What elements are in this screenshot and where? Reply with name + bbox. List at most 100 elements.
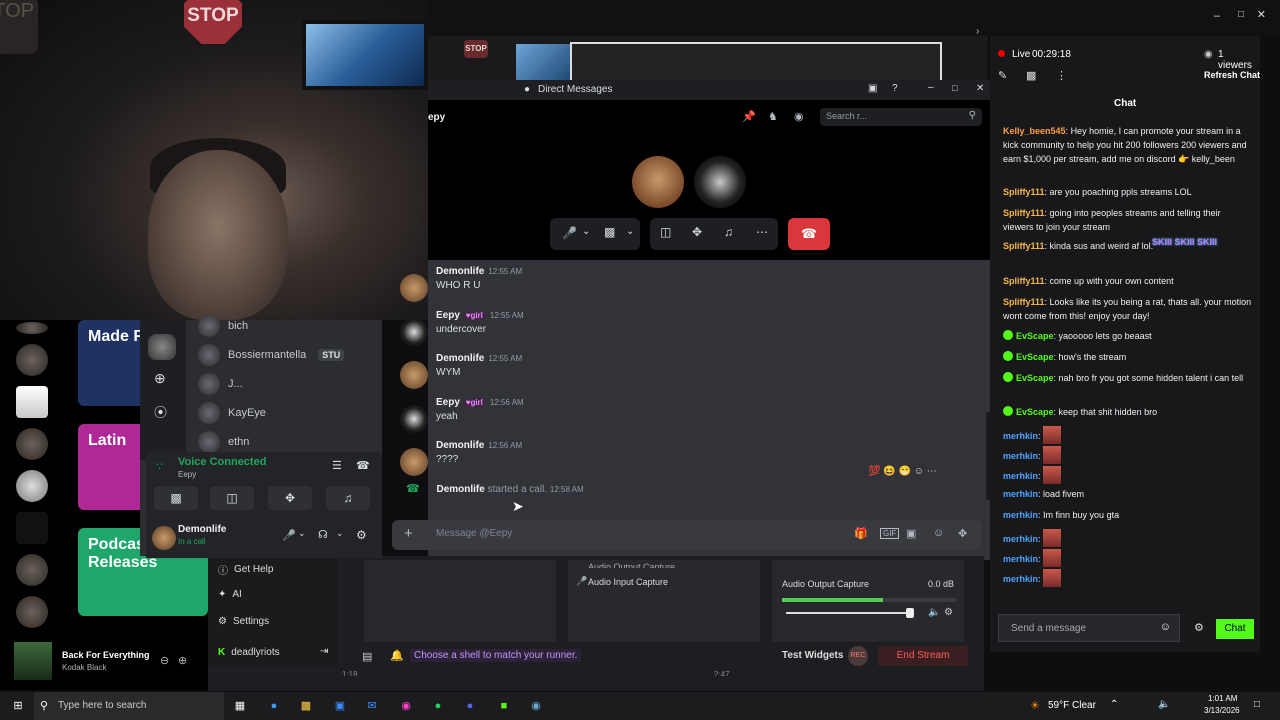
user-name[interactable]: Demonlife — [178, 524, 226, 535]
screen-share-icon[interactable]: ◫ — [660, 225, 671, 239]
message-author[interactable]: Eepy — [436, 397, 460, 408]
share-icon[interactable]: ⋮ — [1056, 69, 1067, 82]
store-icon[interactable]: ▣ — [330, 696, 350, 716]
screen-share-button[interactable]: ◫ — [210, 486, 254, 510]
discord-taskbar-icon[interactable]: ● — [460, 696, 480, 716]
clock-date[interactable]: 3/13/2026 — [1204, 706, 1240, 715]
add-reaction-icon[interactable]: ☺ — [914, 466, 924, 477]
user-settings-gear-icon[interactable]: ⚙ — [356, 528, 367, 542]
chat-username[interactable]: merhkin — [1003, 574, 1038, 584]
noise-suppression-icon[interactable]: ☰ — [332, 459, 342, 472]
caller-avatar-monkey[interactable] — [632, 156, 684, 208]
recipient-avatar[interactable] — [694, 156, 746, 208]
message-avatar[interactable] — [400, 274, 428, 302]
chat-username[interactable]: Spliffy111 — [1003, 241, 1045, 251]
headphones-icon[interactable]: ☊ — [318, 528, 328, 541]
tray-chevron-icon[interactable]: ⌃ — [1110, 699, 1118, 710]
chat-username[interactable]: EvScape — [1016, 407, 1054, 417]
edge-icon[interactable]: ● — [264, 696, 284, 716]
user-avatar[interactable] — [152, 526, 176, 550]
artist-avatar[interactable] — [16, 554, 48, 586]
artist-avatar[interactable] — [16, 344, 48, 376]
profile-icon[interactable]: ◉ — [794, 110, 804, 123]
help-icon[interactable]: ? — [892, 83, 898, 94]
chat-username[interactable]: Spliffy111 — [1003, 187, 1045, 197]
test-widgets-button[interactable]: Test Widgets — [782, 650, 843, 661]
volume-tray-icon[interactable]: 🔈 — [1158, 699, 1170, 710]
add-friend-icon[interactable]: ♞ — [768, 110, 778, 123]
camera-chevron-down-icon[interactable]: ⌄ — [626, 226, 634, 237]
nav-get-help[interactable]: ⓘ Get Help — [218, 562, 273, 577]
reaction-emoji-grin-icon[interactable]: 😁 — [898, 466, 910, 477]
obs-source-audio-output-cut[interactable]: Audio Output Capture — [588, 562, 675, 568]
call-event-author[interactable]: Demonlife — [436, 484, 484, 495]
inbox-icon[interactable]: ▣ — [868, 83, 877, 94]
mixer-gear-icon[interactable]: ⚙ — [944, 607, 953, 618]
artist-avatar[interactable] — [16, 322, 48, 334]
apps-icon[interactable]: ✥ — [958, 527, 967, 540]
message-item[interactable]: Eepy ♥girl 12:56 AM yeah — [400, 397, 700, 437]
message-avatar[interactable] — [400, 317, 428, 346]
headphones-chevron-icon[interactable]: ⌄ — [336, 528, 344, 539]
gift-icon[interactable]: 🎁 — [854, 527, 868, 540]
edit-icon[interactable]: ✎ — [998, 69, 1007, 82]
now-playing-title[interactable]: Back For Everything — [62, 650, 150, 660]
mail-icon[interactable]: ✉ — [362, 696, 382, 716]
dm-minimize-icon[interactable]: – — [928, 82, 934, 93]
message-more-icon[interactable]: ⋯ — [927, 466, 937, 477]
stats-icon[interactable]: ▤ — [362, 650, 372, 663]
nav-account[interactable]: Kdeadlyriots — [218, 647, 280, 658]
voice-status[interactable]: Voice Connected — [178, 456, 266, 468]
chat-username[interactable]: merhkin — [1003, 451, 1038, 461]
chat-username[interactable]: Kelly_been545 — [1003, 126, 1066, 136]
chat-username[interactable]: EvScape — [1016, 373, 1054, 383]
camera-button[interactable]: ▩ — [154, 486, 198, 510]
chat-username[interactable]: merhkin — [1003, 510, 1038, 520]
chat-username[interactable]: merhkin — [1003, 471, 1038, 481]
now-playing-artist[interactable]: Kodak Black — [62, 663, 106, 672]
more-options-icon[interactable]: ⋯ — [756, 225, 768, 239]
kick-taskbar-icon[interactable]: ■ — [494, 696, 514, 716]
message-author[interactable]: Demonlife — [436, 440, 484, 451]
voice-channel[interactable]: Eepy — [178, 470, 196, 479]
maximize-icon[interactable]: □ — [1238, 9, 1244, 20]
message-avatar[interactable] — [400, 361, 428, 389]
message-item[interactable]: Demonlife 12:55 AM WHO R U — [400, 266, 700, 306]
chat-username[interactable]: merhkin — [1003, 534, 1038, 544]
chat-input[interactable]: Send a message ☺ — [998, 614, 1180, 642]
chat-username[interactable]: EvScape — [1016, 352, 1054, 362]
chrome-icon[interactable]: ◉ — [396, 696, 416, 716]
task-view-icon[interactable]: ▦ — [230, 696, 250, 716]
message-author[interactable]: Demonlife — [436, 266, 484, 277]
attach-plus-icon[interactable]: + — [404, 525, 413, 542]
artist-avatar[interactable] — [16, 428, 48, 460]
speaker-icon[interactable]: 🔈 — [928, 607, 940, 618]
signal-icon[interactable]: ∵ — [156, 460, 163, 473]
chat-username[interactable]: merhkin — [1003, 489, 1038, 499]
soundboard-icon[interactable]: ♫ — [724, 225, 733, 239]
artist-avatar[interactable] — [16, 470, 48, 502]
dm-close-icon[interactable]: ✕ — [976, 83, 984, 94]
chat-username[interactable]: Spliffy111 — [1003, 297, 1045, 307]
message-input[interactable]: Message @Eepy — [436, 528, 512, 539]
chat-settings-gear-icon[interactable]: ⚙ — [1194, 621, 1204, 634]
chat-username[interactable]: EvScape — [1016, 331, 1054, 341]
user-mic-chevron-icon[interactable]: ⌄ — [298, 528, 306, 539]
message-author[interactable]: Demonlife — [436, 353, 484, 364]
message-item[interactable]: Demonlife 12:55 AM WYM — [400, 353, 700, 393]
now-playing-cover[interactable] — [14, 642, 52, 680]
remove-icon[interactable]: ⊖ — [160, 654, 169, 667]
volume-slider-handle[interactable] — [906, 608, 914, 618]
member-item[interactable]: Bossiermantella STU — [198, 343, 345, 367]
volume-slider[interactable] — [786, 612, 910, 614]
sticker-icon[interactable]: ▣ — [906, 527, 916, 540]
file-explorer-icon[interactable]: ▩ — [296, 696, 316, 716]
album-cover[interactable] — [16, 512, 48, 544]
chat-username[interactable]: Spliffy111 — [1003, 276, 1045, 286]
clock-time[interactable]: 1:01 AM — [1208, 694, 1237, 703]
dm-maximize-icon[interactable]: □ — [952, 83, 957, 93]
end-stream-button[interactable]: End Stream — [878, 646, 968, 666]
logout-icon[interactable]: ⇥ — [320, 646, 328, 657]
spotify-icon[interactable]: ● — [428, 696, 448, 716]
minimize-icon[interactable]: – — [1214, 10, 1220, 22]
